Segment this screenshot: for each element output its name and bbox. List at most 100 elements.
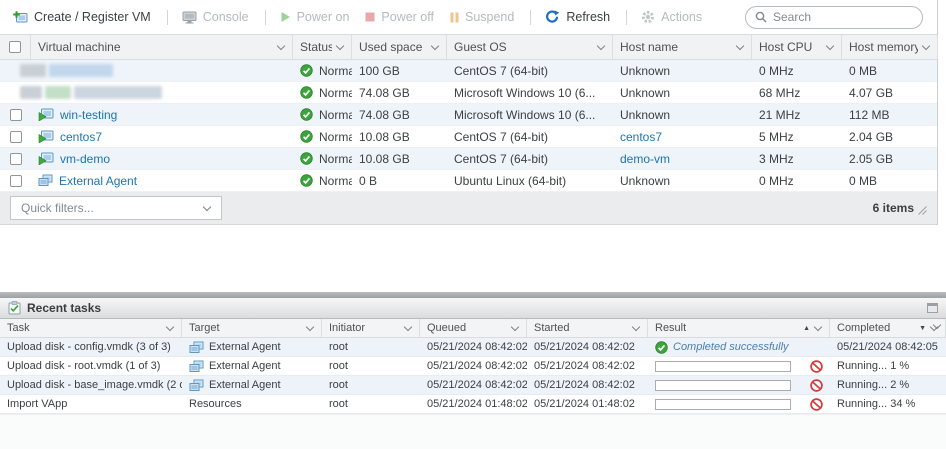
- vm-name-link[interactable]: vm-demo: [60, 152, 110, 166]
- quick-filters-dropdown[interactable]: Quick filters...: [10, 196, 222, 220]
- column-menu-chevron[interactable]: [922, 41, 930, 49]
- used-space-value: 10.08 GB: [359, 130, 410, 144]
- used-space-value: 10.08 GB: [359, 152, 410, 166]
- refresh-label: Refresh: [566, 10, 610, 24]
- esxi-vm-manager: Create / Register VMConsolePower onPower…: [0, 0, 946, 449]
- select-all-checkbox[interactable]: [9, 41, 21, 53]
- column-menu-chevron[interactable]: [431, 41, 439, 49]
- task-column-header-result[interactable]: Result ▲: [648, 319, 830, 337]
- status-cell: Normal: [293, 170, 352, 191]
- status-ok-icon: [300, 152, 313, 165]
- refresh-button[interactable]: Refresh: [545, 10, 610, 24]
- task-queued-cell: 05/21/2024 08:42:02: [420, 357, 527, 375]
- vm-table-row[interactable]: Normal74.08 GBMicrosoft Windows 10 (6...…: [0, 82, 937, 104]
- column-header-used-space[interactable]: Used space: [352, 35, 447, 59]
- vm-name-link[interactable]: External Agent: [59, 174, 137, 188]
- search-box[interactable]: [745, 6, 923, 29]
- row-checkbox[interactable]: [10, 153, 22, 165]
- power-off-icon: [365, 12, 375, 22]
- row-checkbox[interactable]: [10, 109, 22, 121]
- vm-name-link[interactable]: win-testing: [60, 108, 117, 122]
- task-started: 05/21/2024 01:48:02: [534, 398, 635, 410]
- select-all-cell: [0, 35, 31, 59]
- actions-button: Actions: [641, 10, 702, 24]
- column-menu-chevron[interactable]: [166, 322, 174, 330]
- status-cell: Normal: [293, 82, 352, 103]
- task-column-header-completed[interactable]: Completed▼: [830, 319, 946, 337]
- row-checkbox[interactable]: [10, 175, 22, 187]
- guest-os-value: CentOS 7 (64-bit): [454, 152, 548, 166]
- sort-desc-icon: ▼: [919, 325, 926, 332]
- guest-os-value: Microsoft Windows 10 (6...: [454, 108, 595, 122]
- column-menu-chevron[interactable]: [597, 41, 605, 49]
- used-space-cell: 0 B: [352, 170, 447, 191]
- host-name-link[interactable]: demo-vm: [620, 152, 670, 166]
- task-started-cell: 05/21/2024 08:42:02: [527, 357, 648, 375]
- cancel-task-button[interactable]: [810, 398, 823, 411]
- status-ok-icon: [655, 341, 668, 354]
- host-memory-cell: 4.07 GB: [842, 82, 938, 103]
- vm-table-row[interactable]: win-testingNormal74.08 GBMicrosoft Windo…: [0, 104, 937, 126]
- column-header-host-memory[interactable]: Host memory: [842, 35, 938, 59]
- resize-grip-icon[interactable]: [918, 206, 927, 215]
- column-header-status[interactable]: Status: [293, 35, 352, 59]
- column-menu-chevron[interactable]: [277, 41, 285, 49]
- status-ok-icon: [300, 108, 313, 121]
- host-cpu-cell: 5 MHz: [752, 126, 842, 147]
- sort-asc-icon: ▲: [803, 325, 810, 332]
- task-column-header-queued[interactable]: Queued: [420, 319, 527, 337]
- vm-table-row[interactable]: External AgentNormal0 BUbuntu Linux (64-…: [0, 170, 937, 192]
- vm-list-panel: Create / Register VMConsolePower onPower…: [0, 0, 938, 225]
- console-button: Console: [182, 10, 249, 24]
- column-header-host-cpu[interactable]: Host CPU: [752, 35, 842, 59]
- guest-os-cell: CentOS 7 (64-bit): [447, 126, 613, 147]
- task-result-cell: [648, 376, 830, 394]
- column-menu-chevron[interactable]: [736, 41, 744, 49]
- column-label: Result: [655, 322, 799, 334]
- column-header-host-name[interactable]: Host name: [613, 35, 752, 59]
- cancel-task-button[interactable]: [810, 379, 823, 392]
- task-row[interactable]: Upload disk - config.vmdk (3 of 3)Extern…: [0, 338, 946, 357]
- task-column-header-target[interactable]: Target: [182, 319, 322, 337]
- host-cpu-value: 0 MHz: [759, 174, 794, 188]
- vm-name-cell: [0, 60, 293, 81]
- column-label: Task: [7, 322, 162, 334]
- task-column-header-initiator[interactable]: Initiator: [322, 319, 420, 337]
- task-column-header-task[interactable]: Task: [0, 319, 182, 337]
- column-menu-chevron[interactable]: [632, 322, 640, 330]
- vm-table-row[interactable]: centos7Normal10.08 GBCentOS 7 (64-bit)ce…: [0, 126, 937, 148]
- row-checkbox[interactable]: [10, 131, 22, 143]
- host-name-link[interactable]: centos7: [620, 130, 662, 144]
- column-menu-chevron[interactable]: [404, 322, 412, 330]
- task-target: Resources: [189, 398, 242, 410]
- column-label: Host name: [620, 40, 732, 54]
- create-register-vm-button[interactable]: Create / Register VM: [12, 10, 151, 24]
- maximize-panel-icon[interactable]: [927, 303, 938, 313]
- column-menu-chevron[interactable]: [306, 322, 314, 330]
- vm-table-row[interactable]: Normal100 GBCentOS 7 (64-bit)Unknown0 MH…: [0, 60, 937, 82]
- column-header-guest-os[interactable]: Guest OS: [447, 35, 613, 59]
- external-agent-icon: [38, 174, 53, 187]
- cancel-task-button[interactable]: [810, 360, 823, 373]
- column-menu-chevron[interactable]: [814, 322, 822, 330]
- suspend-label: Suspend: [465, 10, 514, 24]
- vm-table-row[interactable]: vm-demoNormal10.08 GBCentOS 7 (64-bit)de…: [0, 148, 937, 170]
- task-row[interactable]: Upload disk - base_image.vmdk (2 of 3)Ex…: [0, 376, 946, 395]
- host-name-cell: Unknown: [613, 170, 752, 191]
- console-icon: [182, 11, 197, 24]
- column-menu-chevron[interactable]: [336, 41, 344, 49]
- task-started-cell: 05/21/2024 01:48:02: [527, 395, 648, 413]
- host-memory-value: 0 MB: [849, 64, 877, 78]
- host-name-cell: centos7: [613, 126, 752, 147]
- column-label: Status: [300, 40, 332, 54]
- column-menu-chevron[interactable]: [826, 41, 834, 49]
- host-name-value: Unknown: [620, 86, 670, 100]
- task-column-header-started[interactable]: Started: [527, 319, 648, 337]
- vm-name-link[interactable]: centos7: [60, 130, 102, 144]
- task-row[interactable]: Upload disk - root.vmdk (1 of 3)External…: [0, 357, 946, 376]
- task-row[interactable]: Import VAppResourcesroot05/21/2024 01:48…: [0, 395, 946, 414]
- search-input[interactable]: [773, 10, 913, 24]
- column-menu-chevron[interactable]: [511, 322, 519, 330]
- guest-os-cell: Microsoft Windows 10 (6...: [447, 82, 613, 103]
- column-header-virtual-machine[interactable]: Virtual machine: [31, 35, 293, 59]
